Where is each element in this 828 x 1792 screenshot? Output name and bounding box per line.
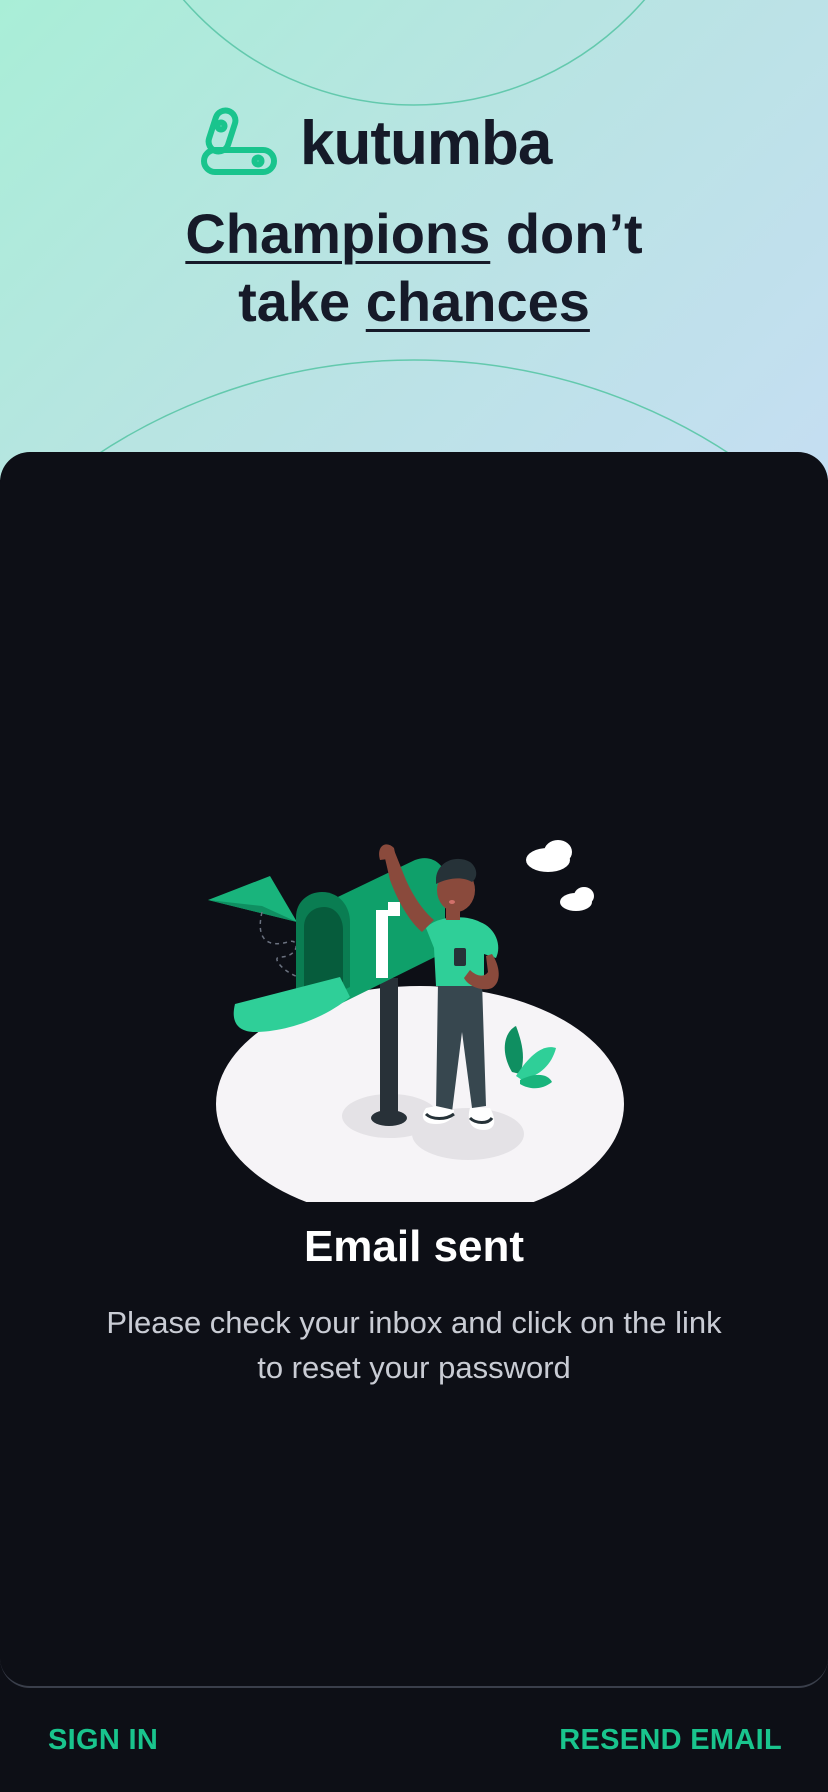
brand: kutumba — [198, 100, 552, 186]
tagline-word-champions: Champions — [185, 202, 491, 265]
footer-actions: SIGN IN RESEND EMAIL — [0, 1700, 828, 1780]
content-card: Email sent Please check your inbox and c… — [0, 452, 828, 1688]
kutumba-logo-icon — [201, 107, 277, 175]
hero-header: kutumba Champions don’t take chances — [0, 0, 828, 480]
tagline-word-dont: don’t — [490, 202, 643, 265]
email-sent-title: Email sent — [303, 1222, 525, 1271]
brand-name: kutumba — [300, 108, 552, 178]
cloud-icon — [526, 840, 594, 911]
sign-in-button[interactable]: SIGN IN — [48, 1724, 158, 1757]
mailbox-person-illustration — [208, 840, 624, 1202]
email-sent-message: Please check your inbox and click on the… — [106, 1305, 722, 1385]
resend-email-button[interactable]: RESEND EMAIL — [559, 1724, 782, 1757]
tagline: Champions don’t take chances — [0, 200, 828, 336]
tagline-word-chances: chances — [365, 270, 590, 333]
tagline-word-take: take — [238, 270, 366, 333]
